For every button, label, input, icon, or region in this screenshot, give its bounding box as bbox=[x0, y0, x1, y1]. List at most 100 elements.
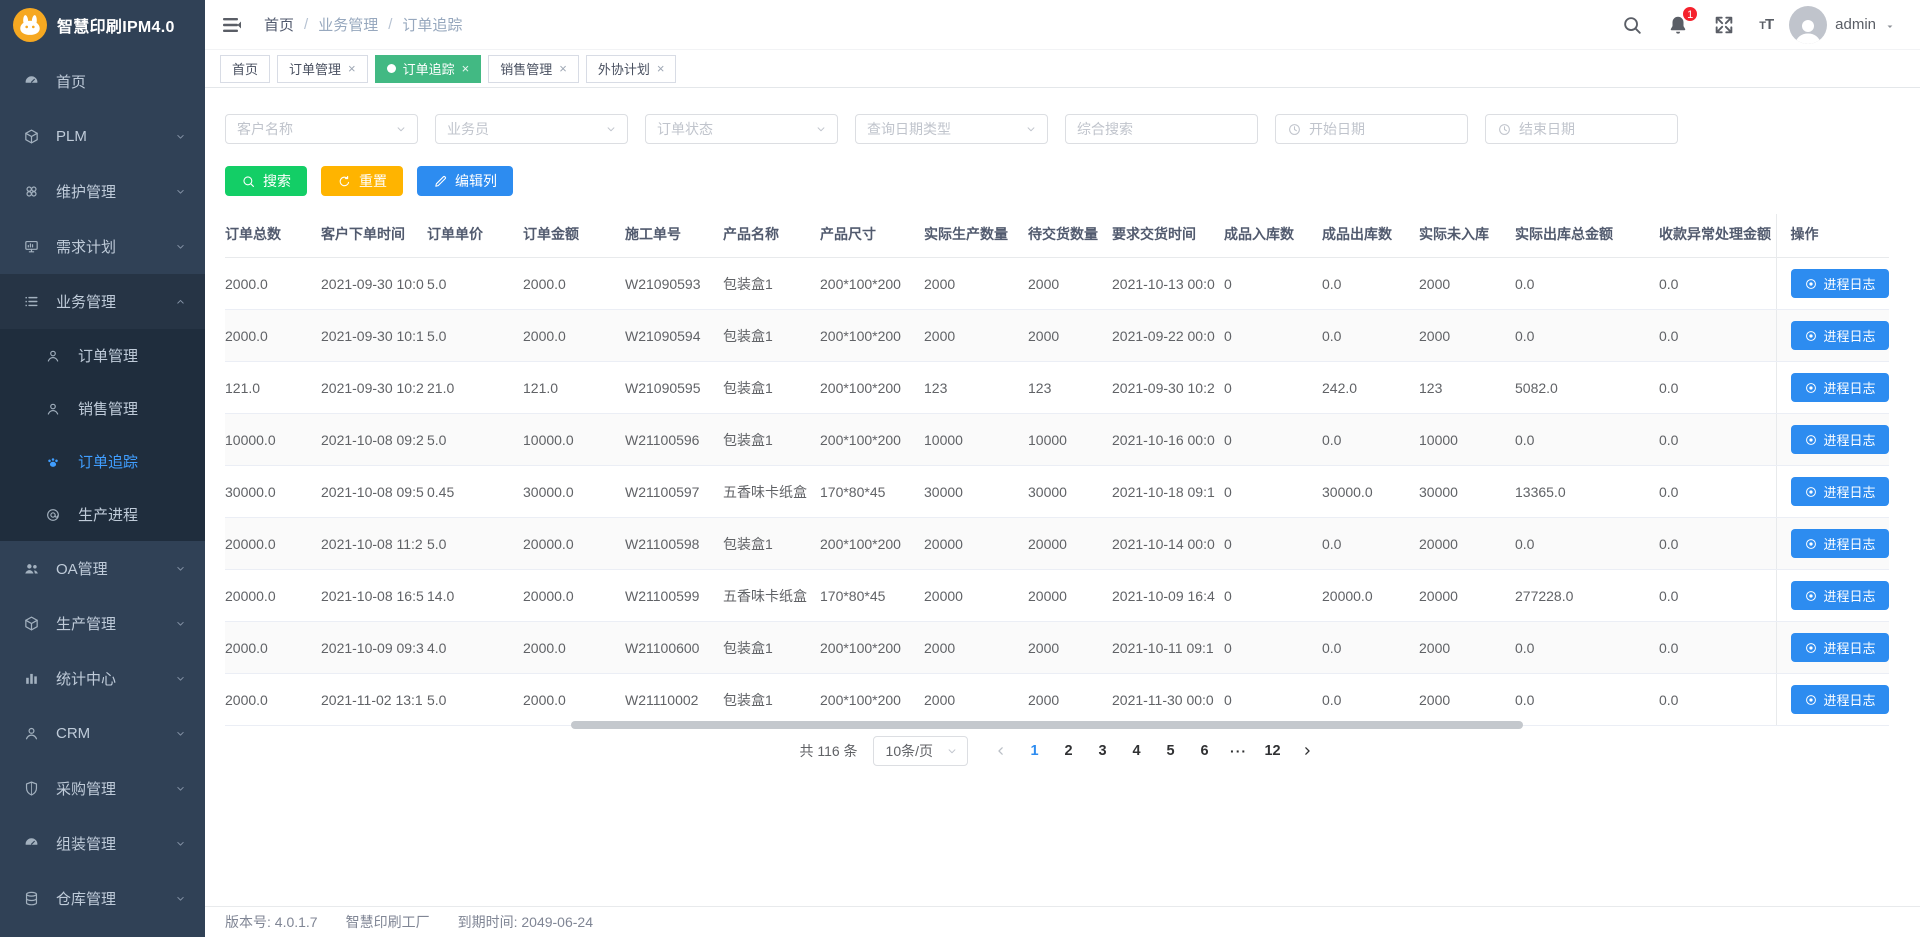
tab-outsourcing-plan[interactable]: 外协计划× bbox=[586, 55, 677, 83]
horizontal-scrollbar[interactable] bbox=[571, 721, 1523, 729]
table-cell: 5.0 bbox=[427, 414, 523, 466]
close-icon[interactable]: × bbox=[559, 62, 567, 75]
sidebar-item-statistics[interactable]: 统计中心 bbox=[0, 651, 205, 706]
breadcrumb-separator: / bbox=[304, 16, 308, 33]
sidebar-item-label: 采购管理 bbox=[56, 778, 116, 799]
order-status-select[interactable]: 订单状态 bbox=[645, 114, 838, 144]
clock-icon bbox=[1287, 122, 1302, 137]
sidebar-item-order-tracking[interactable]: 订单追踪 bbox=[0, 435, 205, 488]
progress-log-button[interactable]: 进程日志 bbox=[1791, 425, 1889, 454]
table-cell: 170*80*45 bbox=[820, 466, 924, 518]
sidebar-item-plm[interactable]: PLM bbox=[0, 109, 205, 164]
font-size-icon[interactable]: TT bbox=[1759, 16, 1773, 33]
search-button[interactable]: 搜索 bbox=[225, 166, 307, 196]
progress-log-button[interactable]: 进程日志 bbox=[1791, 269, 1889, 298]
app-logo: 智慧印刷IPM4.0 bbox=[0, 0, 205, 50]
page-button-3[interactable]: 3 bbox=[1086, 743, 1120, 759]
column-header: 订单总数 bbox=[225, 214, 321, 258]
progress-log-button[interactable]: 进程日志 bbox=[1791, 633, 1889, 662]
hamburger-menu-icon[interactable] bbox=[220, 13, 244, 37]
chevron-up-icon bbox=[174, 295, 187, 308]
table-cell: 30000.0 bbox=[523, 466, 625, 518]
breadcrumb-item[interactable]: 业务管理 bbox=[318, 14, 378, 35]
progress-log-button[interactable]: 进程日志 bbox=[1791, 529, 1889, 558]
breadcrumb-item[interactable]: 首页 bbox=[264, 14, 294, 35]
progress-log-button[interactable]: 进程日志 bbox=[1791, 373, 1889, 402]
sidebar-item-maintenance[interactable]: 维护管理 bbox=[0, 164, 205, 219]
sidebar-item-purchasing[interactable]: 采购管理 bbox=[0, 761, 205, 816]
progress-log-button[interactable]: 进程日志 bbox=[1791, 321, 1889, 350]
salesman-select[interactable]: 业务员 bbox=[435, 114, 628, 144]
total-count-label: 共 116 条 bbox=[799, 741, 857, 761]
reset-button[interactable]: 重置 bbox=[321, 166, 403, 196]
end-date-input[interactable]: 结束日期 bbox=[1485, 114, 1678, 144]
page-button-1[interactable]: 1 bbox=[1018, 743, 1052, 759]
sidebar-item-demand-plan[interactable]: 需求计划 bbox=[0, 219, 205, 274]
table-cell: 0 bbox=[1224, 362, 1322, 414]
progress-log-button[interactable]: 进程日志 bbox=[1791, 477, 1889, 506]
close-icon[interactable]: × bbox=[348, 62, 356, 75]
orders-table-area: 订单总数客户下单时间订单单价订单金额施工单号产品名称产品尺寸实际生产数量待交货数… bbox=[225, 214, 1898, 726]
eye-circle-icon bbox=[1804, 641, 1818, 655]
customer-name-select[interactable]: 客户名称 bbox=[225, 114, 418, 144]
table-cell: 2000 bbox=[1028, 310, 1112, 362]
sidebar-item-home[interactable]: 首页 bbox=[0, 54, 205, 109]
sidebar-item-business[interactable]: 业务管理 bbox=[0, 274, 205, 329]
sidebar-item-crm[interactable]: CRM bbox=[0, 706, 205, 761]
progress-log-label: 进程日志 bbox=[1824, 274, 1876, 293]
page-button-5[interactable]: 5 bbox=[1154, 743, 1188, 759]
sidebar-item-sales-management[interactable]: 销售管理 bbox=[0, 382, 205, 435]
page-button-2[interactable]: 2 bbox=[1052, 743, 1086, 759]
table-cell: 2021-10-08 09:5 bbox=[321, 466, 427, 518]
table-cell: 20000 bbox=[924, 570, 1028, 622]
close-icon[interactable]: × bbox=[462, 62, 470, 75]
page-button-4[interactable]: 4 bbox=[1120, 743, 1154, 759]
table-cell: 2021-09-30 10:2 bbox=[321, 362, 427, 414]
progress-log-button[interactable]: 进程日志 bbox=[1791, 685, 1889, 714]
page-ellipsis[interactable]: ··· bbox=[1222, 743, 1256, 759]
orders-table: 订单总数客户下单时间订单单价订单金额施工单号产品名称产品尺寸实际生产数量待交货数… bbox=[225, 214, 1889, 726]
sidebar-item-oa[interactable]: OA管理 bbox=[0, 541, 205, 596]
table-cell: 0.0 bbox=[1659, 674, 1776, 726]
topbar: 首页/业务管理/订单追踪 1 bbox=[205, 0, 1920, 50]
company-label: 智慧印刷工厂 bbox=[346, 912, 430, 932]
sidebar-item-warehouse[interactable]: 仓库管理 bbox=[0, 871, 205, 926]
column-header: 实际未入库 bbox=[1419, 214, 1515, 258]
user-menu[interactable]: admin bbox=[1789, 6, 1896, 44]
page-size-select[interactable]: 10条/页 bbox=[873, 736, 968, 766]
progress-log-button[interactable]: 进程日志 bbox=[1791, 581, 1889, 610]
edit-columns-button[interactable]: 编辑列 bbox=[417, 166, 513, 196]
table-row: 20000.02021-10-08 16:514.020000.0W211005… bbox=[225, 570, 1889, 622]
keyword-input[interactable]: 综合搜索 bbox=[1065, 114, 1258, 144]
table-cell: 0 bbox=[1224, 466, 1322, 518]
sidebar-item-production[interactable]: 生产管理 bbox=[0, 596, 205, 651]
table-cell: 0.0 bbox=[1659, 518, 1776, 570]
page-button-12[interactable]: 12 bbox=[1256, 743, 1290, 759]
sidebar-item-order-management[interactable]: 订单管理 bbox=[0, 329, 205, 382]
sidebar-item-assembly[interactable]: 组装管理 bbox=[0, 816, 205, 871]
tab-home[interactable]: 首页 bbox=[220, 55, 270, 83]
breadcrumb-item[interactable]: 订单追踪 bbox=[402, 14, 462, 35]
start-date-input[interactable]: 开始日期 bbox=[1275, 114, 1468, 144]
table-row: 30000.02021-10-08 09:50.4530000.0W211005… bbox=[225, 466, 1889, 518]
tab-order-management[interactable]: 订单管理× bbox=[277, 55, 368, 83]
page-button-6[interactable]: 6 bbox=[1188, 743, 1222, 759]
keyword-placeholder: 综合搜索 bbox=[1077, 119, 1248, 139]
footer: 版本号: 4.0.1.7 智慧印刷工厂 到期时间: 2049-06-24 bbox=[205, 906, 1920, 937]
salesman-placeholder: 业务员 bbox=[447, 119, 597, 139]
next-page-button[interactable] bbox=[1290, 744, 1324, 758]
search-icon[interactable] bbox=[1621, 14, 1643, 36]
sidebar-item-production-progress[interactable]: 生产进程 bbox=[0, 488, 205, 541]
tab-label: 订单追踪 bbox=[403, 59, 455, 78]
date-type-select[interactable]: 查询日期类型 bbox=[855, 114, 1048, 144]
close-icon[interactable]: × bbox=[657, 62, 665, 75]
prev-page-button[interactable] bbox=[984, 744, 1018, 758]
tab-order-tracking[interactable]: 订单追踪 × bbox=[375, 55, 482, 83]
notifications-bell[interactable]: 1 bbox=[1667, 14, 1689, 36]
tab-sales-management[interactable]: 销售管理× bbox=[488, 55, 579, 83]
table-cell: 5.0 bbox=[427, 310, 523, 362]
chevron-down-icon bbox=[174, 240, 187, 253]
chevron-down-icon bbox=[1884, 21, 1896, 33]
fullscreen-icon[interactable] bbox=[1713, 14, 1735, 36]
table-cell: 0 bbox=[1224, 622, 1322, 674]
